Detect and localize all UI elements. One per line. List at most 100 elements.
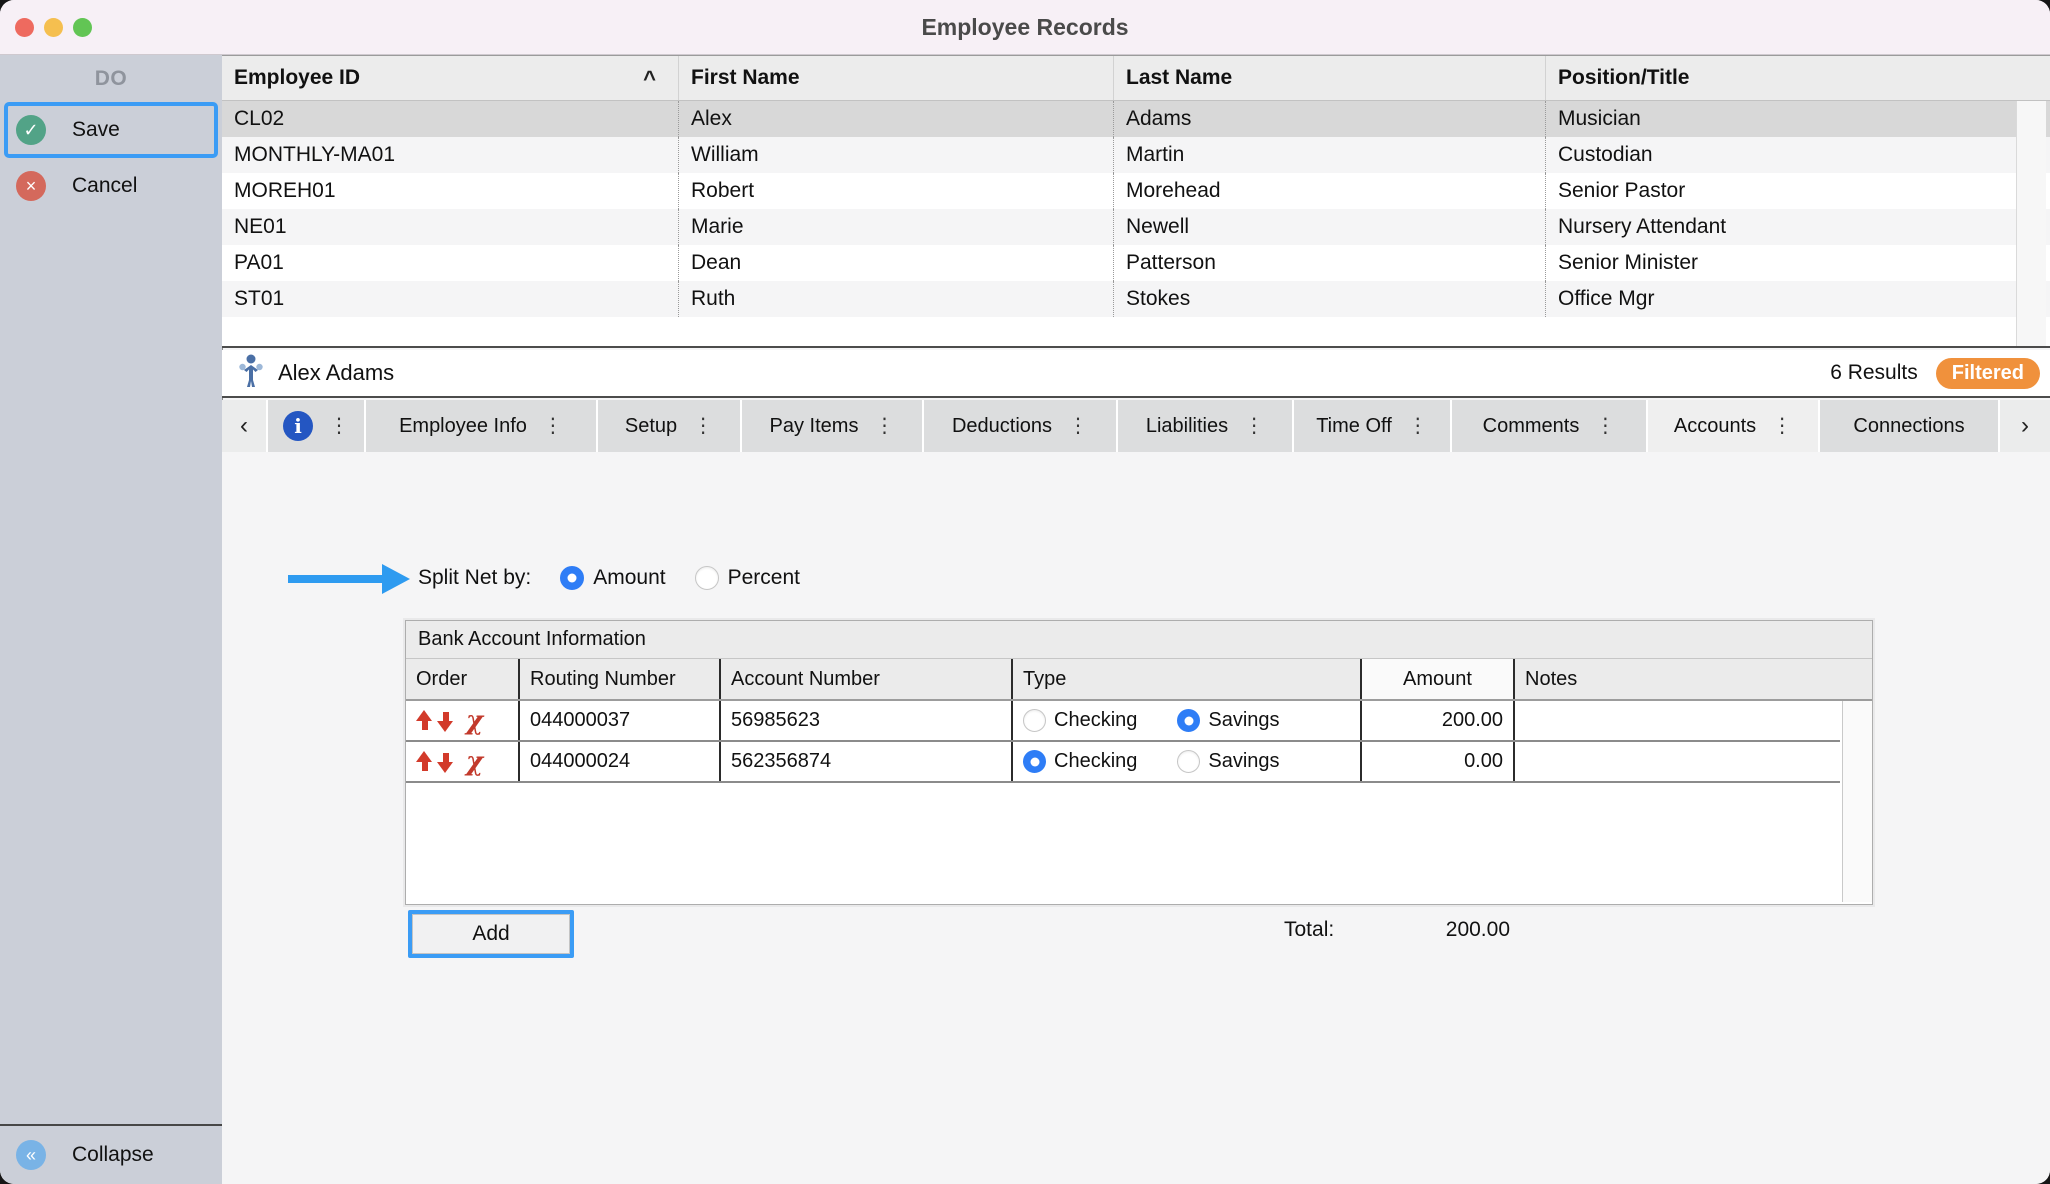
column-header-routing: Routing Number	[518, 659, 719, 699]
titlebar: Employee Records	[0, 0, 2050, 55]
selected-record-name: Alex Adams	[278, 360, 394, 386]
column-header-first-name[interactable]: First Name	[678, 56, 1113, 100]
table-row[interactable]: NE01Marie NewellNursery Attendant	[222, 209, 2050, 245]
table-row[interactable]: CL02Alex AdamsMusician	[222, 101, 2050, 137]
tab-deductions[interactable]: Deductions⋮	[924, 400, 1118, 452]
results-count: 6 Results	[1830, 361, 1918, 385]
move-up-icon[interactable]	[416, 751, 433, 773]
annotation-arrow	[288, 564, 410, 594]
tab-liabilities[interactable]: Liabilities⋮	[1118, 400, 1294, 452]
app-window: Employee Records DO ✓ Save × Cancel « Co…	[0, 0, 2050, 1184]
tabs-scroll-left-button[interactable]: ‹	[222, 400, 268, 452]
table-row[interactable]: PA01Dean PattersonSenior Minister	[222, 245, 2050, 281]
split-net-row: Split Net by: Amount Percent	[418, 556, 800, 600]
tab-record-info[interactable]: i ⋮	[268, 400, 366, 452]
kebab-menu-icon[interactable]: ⋮	[1244, 416, 1264, 436]
tab-employee-info[interactable]: Employee Info⋮	[366, 400, 598, 452]
move-up-icon[interactable]	[416, 710, 433, 732]
column-header-last-name[interactable]: Last Name	[1113, 56, 1545, 100]
total-value: 200.00	[1372, 918, 1510, 942]
table-row[interactable]: ST01Ruth StokesOffice Mgr	[222, 281, 2050, 317]
tab-time-off[interactable]: Time Off⋮	[1294, 400, 1452, 452]
employee-person-icon	[236, 354, 266, 393]
collapse-button-label: Collapse	[72, 1143, 154, 1167]
table-row[interactable]: MONTHLY-MA01William MartinCustodian	[222, 137, 2050, 173]
employee-table-header: Employee ID ^ First Name Last Name Posit…	[222, 56, 2050, 101]
split-net-label: Split Net by:	[418, 566, 531, 590]
accounts-panel: Split Net by: Amount Percent Bank Accoun…	[222, 452, 2050, 1184]
split-option-amount[interactable]: Amount	[560, 566, 665, 590]
kebab-menu-icon[interactable]: ⋮	[1068, 416, 1088, 436]
kebab-menu-icon[interactable]: ⋮	[543, 416, 563, 436]
table-row[interactable]: MOREH01Robert MoreheadSenior Pastor	[222, 173, 2050, 209]
check-icon: ✓	[16, 115, 46, 145]
type-cell: Checking Savings	[1011, 742, 1360, 781]
move-down-icon[interactable]	[437, 710, 454, 732]
delete-row-icon[interactable]: χ	[466, 708, 483, 734]
employee-table: Employee ID ^ First Name Last Name Posit…	[222, 55, 2050, 348]
notes-cell[interactable]	[1513, 742, 1840, 781]
account-number-cell[interactable]: 562356874	[719, 742, 1011, 781]
add-account-button[interactable]: Add	[412, 914, 570, 954]
column-header-position[interactable]: Position/Title	[1545, 56, 2050, 100]
double-chevron-left-icon: «	[16, 1140, 46, 1170]
notes-cell[interactable]	[1513, 701, 1840, 740]
kebab-menu-icon[interactable]: ⋮	[1595, 416, 1615, 436]
sort-ascending-icon[interactable]: ^	[643, 66, 656, 92]
bank-account-table: Bank Account Information Order Routing N…	[405, 620, 1873, 905]
record-bar: Alex Adams 6 Results Filtered	[222, 350, 2050, 398]
column-header-type: Type	[1011, 659, 1360, 699]
column-header-employee-id[interactable]: Employee ID ^	[222, 56, 678, 100]
delete-row-icon[interactable]: χ	[466, 749, 483, 775]
column-header-amount[interactable]: Amount	[1360, 659, 1513, 699]
cancel-button[interactable]: × Cancel	[0, 158, 222, 214]
filtered-badge[interactable]: Filtered	[1936, 358, 2040, 389]
bank-table-body: χ 044000037 56985623 Checking Savings 20…	[406, 701, 1872, 902]
radio-checking[interactable]	[1023, 709, 1046, 732]
move-down-icon[interactable]	[437, 751, 454, 773]
column-header-order: Order	[406, 659, 518, 699]
save-button-label: Save	[72, 118, 120, 142]
bank-table-title: Bank Account Information	[406, 621, 1872, 659]
amount-cell[interactable]: 0.00	[1360, 742, 1513, 781]
save-button[interactable]: ✓ Save	[0, 102, 222, 158]
kebab-menu-icon[interactable]: ⋮	[1772, 416, 1792, 436]
tab-accounts[interactable]: Accounts⋮	[1648, 400, 1820, 452]
kebab-menu-icon[interactable]: ⋮	[1408, 416, 1428, 436]
window-title: Employee Records	[0, 0, 2050, 55]
routing-number-cell[interactable]: 044000024	[518, 742, 719, 781]
total-label: Total:	[1284, 918, 1334, 942]
info-icon: i	[283, 411, 313, 441]
radio-percent[interactable]	[695, 566, 719, 590]
tab-pay-items[interactable]: Pay Items⋮	[742, 400, 924, 452]
column-header-notes: Notes	[1513, 659, 1872, 699]
kebab-menu-icon[interactable]: ⋮	[329, 416, 349, 436]
tab-connections[interactable]: Connections	[1820, 400, 2000, 452]
tab-bar: ‹ i ⋮ Employee Info⋮ Setup⋮ Pay Items⋮ D…	[222, 400, 2050, 452]
chevron-right-icon: ›	[2021, 412, 2029, 440]
order-cell: χ	[406, 742, 518, 781]
account-number-cell[interactable]: 56985623	[719, 701, 1011, 740]
sidebar: DO ✓ Save × Cancel « Collapse	[0, 55, 222, 1184]
kebab-menu-icon[interactable]: ⋮	[874, 416, 894, 436]
radio-savings[interactable]	[1177, 709, 1200, 732]
bank-account-row: χ 044000037 56985623 Checking Savings 20…	[406, 701, 1840, 742]
add-callout-highlight: Add	[408, 910, 574, 958]
routing-number-cell[interactable]: 044000037	[518, 701, 719, 740]
cancel-button-label: Cancel	[72, 174, 137, 198]
radio-savings[interactable]	[1177, 750, 1200, 773]
tabs-scroll-right-button[interactable]: ›	[2000, 400, 2050, 452]
collapse-sidebar-button[interactable]: « Collapse	[0, 1124, 222, 1184]
kebab-menu-icon[interactable]: ⋮	[693, 416, 713, 436]
tab-comments[interactable]: Comments⋮	[1452, 400, 1648, 452]
amount-cell[interactable]: 200.00	[1360, 701, 1513, 740]
employee-table-scrollbar[interactable]	[2016, 101, 2046, 346]
split-option-percent[interactable]: Percent	[695, 566, 800, 590]
close-icon: ×	[16, 171, 46, 201]
bank-table-scrollbar[interactable]	[1842, 701, 1872, 902]
type-cell: Checking Savings	[1011, 701, 1360, 740]
radio-amount[interactable]	[560, 566, 584, 590]
radio-checking[interactable]	[1023, 750, 1046, 773]
sidebar-section-header: DO	[0, 55, 222, 102]
tab-setup[interactable]: Setup⋮	[598, 400, 742, 452]
